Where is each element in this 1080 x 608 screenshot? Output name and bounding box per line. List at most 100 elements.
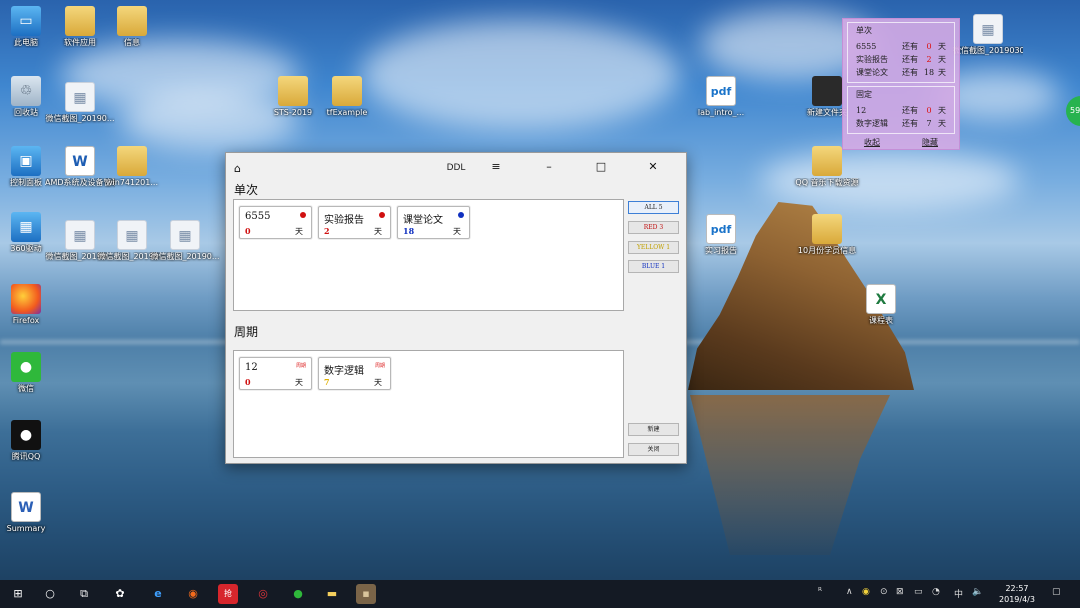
chevron-up-icon[interactable]: ∧ — [846, 587, 853, 597]
widget-section-title: 固定 — [856, 90, 872, 99]
person-icon[interactable]: ᴿ — [818, 587, 822, 597]
close-icon[interactable]: ✕ — [643, 160, 663, 173]
new-button[interactable]: 新建 — [628, 423, 679, 436]
search-icon[interactable]: ○ — [40, 584, 60, 604]
widget-row-value: 18 — [923, 68, 935, 77]
ddl-app-taskbar-icon[interactable]: ▪ — [356, 584, 376, 604]
desktop-icon-screenshot-5[interactable]: ▦ 微信截图_2019030... — [953, 14, 1023, 56]
deadline-card[interactable]: 12 周期 0 天 — [239, 357, 312, 390]
tray-clock-icon[interactable]: ⊙ — [880, 587, 888, 597]
card-name: 数字逻辑 — [324, 366, 364, 377]
desktop-icon-october-info[interactable]: 10月份学员信息 — [792, 214, 862, 256]
desktop-icon-info[interactable]: 信息 — [97, 6, 167, 48]
desktop-icon-label: lab_intro_... — [697, 108, 745, 117]
widget-row-has: 还有 — [902, 106, 918, 115]
wechat-icon: ● — [11, 352, 41, 382]
taskbar-clock[interactable]: 22:57 2019/4/3 — [990, 583, 1044, 605]
deadline-card[interactable]: 课堂论文 18 天 — [397, 206, 470, 239]
task-view-icon[interactable]: ⧉ — [74, 584, 94, 604]
firefox-icon — [11, 284, 41, 314]
desktop-icon-tfexample[interactable]: tfExample — [312, 76, 382, 118]
card-day-unit: 天 — [295, 227, 303, 236]
image-file-icon: ▦ — [973, 14, 1003, 44]
side-floating-badge[interactable]: 59 — [1066, 96, 1080, 126]
desktop-icon-qq[interactable]: ● 腾讯QQ — [0, 420, 61, 462]
input-method-indicator[interactable]: 中 — [954, 587, 963, 600]
tray-app-icon[interactable]: ◉ — [862, 587, 870, 597]
desktop-icon-internship-report[interactable]: pdf 实习报告 — [686, 214, 756, 256]
ddl-window: ⌂ DDL ≡ – □ ✕ 单次 6555 0 天 实验报告 2 天 课堂论文 … — [225, 152, 687, 464]
card-days-left: 18 — [403, 226, 415, 236]
battery-icon[interactable]: ▭ — [914, 587, 923, 597]
minimize-icon[interactable]: – — [539, 160, 559, 173]
single-section-label: 单次 — [234, 183, 259, 197]
card-day-unit: 天 — [295, 378, 303, 387]
pdf-file-icon: pdf — [706, 76, 736, 106]
desktop-icon-qq-music[interactable]: QQ 音乐下载资源 — [792, 146, 862, 188]
netease-music-icon[interactable]: ◎ — [253, 584, 273, 604]
folder-icon — [812, 146, 842, 176]
desktop-icon-wechat[interactable]: ● 微信 — [0, 352, 61, 394]
desktop-icon-win7[interactable]: win741201... — [97, 146, 167, 188]
deadline-widget: 单次 6555 还有 0 天 实验报告 还有 2 天 课堂论文 还有 18 天 固定 12 还有 0 天… — [842, 18, 960, 150]
qq-penguin-icon: ● — [11, 420, 41, 450]
clock-date: 2019/4/3 — [999, 595, 1035, 604]
periodic-deadline-panel: 12 周期 0 天 数字逻辑 周期 7 天 — [233, 350, 624, 458]
pinwheel-app-icon[interactable]: ✿ — [110, 584, 130, 604]
deadline-card[interactable]: 数字逻辑 周期 7 天 — [318, 357, 391, 390]
pdf-file-icon: pdf — [706, 214, 736, 244]
wifi-icon[interactable]: ◔ — [932, 587, 940, 597]
card-name: 6555 — [245, 211, 271, 222]
widget-hide-link[interactable]: 隐藏 — [922, 137, 938, 148]
widget-row-has: 还有 — [902, 42, 918, 51]
desktop-icon-lab-intro[interactable]: pdf lab_intro_... — [686, 76, 756, 118]
file-explorer-icon[interactable]: ▬ — [322, 584, 342, 604]
control-panel-icon: ▣ — [11, 146, 41, 176]
card-days-left: 2 — [324, 226, 330, 236]
firefox-taskbar-icon[interactable]: ◉ — [183, 584, 203, 604]
card-day-unit: 天 — [453, 227, 461, 236]
edge-icon[interactable]: e — [148, 584, 168, 604]
start-icon[interactable]: ⊞ — [8, 584, 28, 604]
card-periodic-tag: 周期 — [295, 363, 306, 369]
maximize-icon[interactable]: □ — [591, 160, 611, 173]
folder-icon — [812, 214, 842, 244]
desktop-icon-firefox[interactable]: Firefox — [0, 284, 61, 326]
filter-red-button[interactable]: RED 3 — [628, 221, 679, 234]
filter-yellow-button[interactable]: YELLOW 1 — [628, 241, 679, 254]
filter-blue-button[interactable]: BLUE 1 — [628, 260, 679, 273]
widget-row: 课堂论文 还有 18 天 — [856, 66, 946, 79]
red-dot-icon — [300, 212, 306, 218]
desktop-icon-schedule[interactable]: X 课程表 — [846, 284, 916, 326]
deadline-card[interactable]: 6555 0 天 — [239, 206, 312, 239]
qiangpiao-icon[interactable]: 抢 — [218, 584, 238, 604]
filter-all-button[interactable]: ALL 5 — [628, 201, 679, 214]
card-days-left: 0 — [245, 377, 251, 387]
widget-row: 6555 还有 0 天 — [856, 40, 946, 53]
desktop-icon-label: 腾讯QQ — [11, 452, 41, 461]
card-day-unit: 天 — [374, 378, 382, 387]
image-file-icon: ▦ — [170, 220, 200, 250]
notification-icon[interactable]: ▢ — [1052, 587, 1061, 597]
ddl-titlebar[interactable]: ⌂ DDL ≡ – □ ✕ — [226, 153, 686, 183]
red-dot-icon — [379, 212, 385, 218]
desktop-icon-screenshot[interactable]: ▦ 微信截图_20190... — [45, 82, 115, 124]
word-doc-icon: W — [65, 146, 95, 176]
folder-icon — [332, 76, 362, 106]
card-days-left: 7 — [324, 377, 330, 387]
desktop-icon-summary[interactable]: W Summary — [0, 492, 61, 534]
close-button[interactable]: 关闭 — [628, 443, 679, 456]
desktop-icon-screenshot-4[interactable]: ▦ 微信截图_20190... — [150, 220, 220, 262]
widget-row-unit: 天 — [938, 42, 946, 51]
widget-row-unit: 天 — [938, 119, 946, 128]
desktop-icon-label: 信息 — [124, 38, 140, 47]
widget-collapse-link[interactable]: 收起 — [864, 137, 880, 148]
sogou-icon[interactable]: 🔈 — [972, 587, 983, 597]
computer-icon: ▭ — [11, 6, 41, 36]
desktop-icon-label: 微信截图_20190... — [150, 252, 220, 261]
wechat-taskbar-icon[interactable]: ● — [288, 584, 308, 604]
deadline-card[interactable]: 实验报告 2 天 — [318, 206, 391, 239]
network-icon[interactable]: ⊠ — [896, 587, 904, 597]
widget-row-has: 还有 — [902, 68, 918, 77]
menu-icon[interactable]: ≡ — [486, 160, 506, 173]
